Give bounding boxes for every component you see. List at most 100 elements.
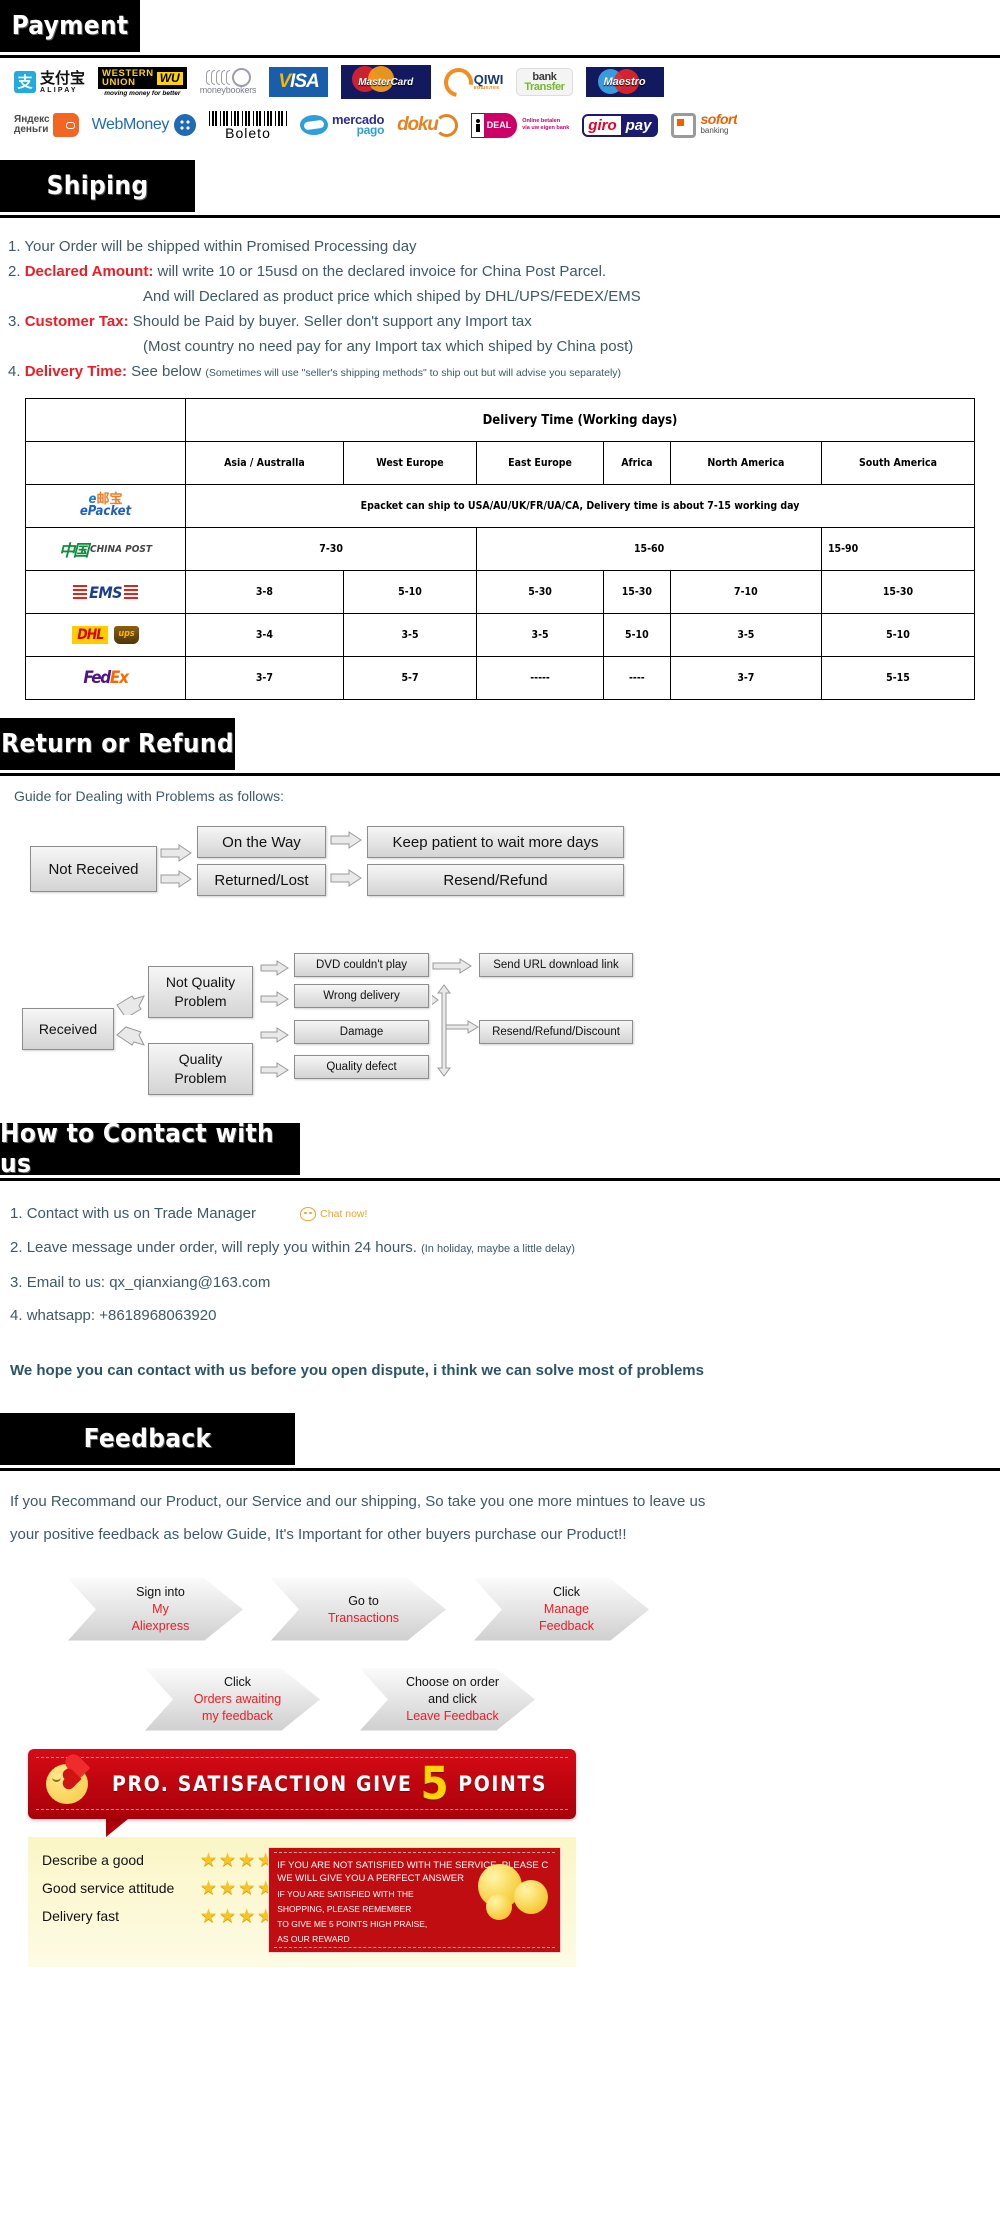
feedback-section-header: Feedback xyxy=(0,1412,1000,1471)
step-4-top: Click xyxy=(223,1675,252,1690)
feedback-step-5: Choose on order and click Leave Feedback xyxy=(360,1668,535,1731)
step-5-red1: Leave Feedback xyxy=(406,1709,499,1724)
maestro-icon: Maestro xyxy=(585,65,664,99)
return-section-header: Return or Refund xyxy=(0,718,1000,776)
china-post-sa: 15-90 xyxy=(820,527,976,571)
feedback-steps-row-1: Sign into My Aliexpress Go to Transactio… xyxy=(68,1578,990,1641)
rating-panel: Describe a good ★ ★ ★ ★ ★ Good service a… xyxy=(28,1836,576,1967)
table-header-row-1: Delivery Time (Working days) xyxy=(25,398,975,442)
shipping-item-1-text: Your Order will be shipped within Promis… xyxy=(24,238,417,255)
dhl-v5: 5-10 xyxy=(820,613,976,657)
note-line-6: AS OUR REWARD xyxy=(277,1933,350,1944)
smiley-faces-icon xyxy=(466,1863,558,1926)
fedex-v5: 5-15 xyxy=(820,656,976,700)
dhl-v3: 5-10 xyxy=(602,613,671,657)
fedex-v0: 3-7 xyxy=(185,656,344,700)
doku-icon: doku xyxy=(397,108,458,142)
carrier-epacket: e邮宝 ePacket xyxy=(25,484,186,528)
webmoney-label: WebMoney xyxy=(91,116,170,133)
alipay-en-label: ALIPAY xyxy=(40,86,78,94)
return-title-tab: Return or Refund xyxy=(0,718,235,770)
table-row: EMS 3-8 5-10 5-30 15-30 7-10 15-30 xyxy=(25,570,976,614)
table-row: e邮宝 ePacket Epacket can ship to USA/AU/U… xyxy=(25,484,975,528)
refund-guide-text: Guide for Dealing with Problems as follo… xyxy=(14,788,285,804)
contact-title: How to Contact with us xyxy=(0,1119,274,1179)
shipping-section-header: Shiping xyxy=(0,160,1000,218)
qiwi-icon: QIWI кошелек xyxy=(443,65,504,99)
carrier-fedex: FedEx xyxy=(25,656,186,700)
ems-v3: 15-30 xyxy=(602,570,671,614)
star-icon: ★ xyxy=(219,1905,237,1927)
ems-v2: 5-30 xyxy=(476,570,604,614)
mastercard-label: MasterCard xyxy=(358,76,414,88)
flow-arrow-icon xyxy=(330,869,362,887)
bank-transfer-icon: bank Transfer xyxy=(516,65,573,99)
chick-heart-icon xyxy=(44,1756,96,1810)
step-3-red1: Manage xyxy=(543,1602,590,1617)
flow-arrow-icon xyxy=(260,1062,289,1078)
feedback-step-2: Go to Transactions xyxy=(271,1578,446,1641)
maestro-label: Maestro xyxy=(603,76,646,88)
contact-item-3-num: 3. xyxy=(10,1273,23,1291)
banner-tail-icon xyxy=(106,1818,128,1837)
ems-v5: 15-30 xyxy=(820,570,976,614)
feedback-title-tab: Feedback xyxy=(0,1412,295,1465)
feedback-steps-row-2: Click Orders awaiting my feedback Choose… xyxy=(145,1668,990,1731)
step-2-top: Go to xyxy=(348,1593,379,1608)
ems-v0: 3-8 xyxy=(185,570,344,614)
delivery-table-title: Delivery Time (Working days) xyxy=(185,398,975,442)
ems-v1: 5-10 xyxy=(342,570,478,614)
banner-number: 5 xyxy=(420,1756,451,1810)
qiwi-label: QIWI xyxy=(473,71,504,87)
wu-line2: UNION xyxy=(102,77,136,88)
carrier-ems: EMS xyxy=(25,570,186,614)
step-2-red1: Transactions xyxy=(327,1610,400,1625)
region-header-4: North America xyxy=(669,441,822,485)
sofort-line1: sofort xyxy=(700,111,738,127)
shipping-item-2-num: 2. xyxy=(8,263,21,280)
rating-row: Good service attitude ★ ★ ★ ★ ★ xyxy=(42,1879,293,1898)
payment-logo-row-2: Яндекс деньги WebMoney Boleto mercado pa… xyxy=(14,107,986,143)
shipping-item-3-text: Should be Paid by buyer. Seller don't su… xyxy=(132,313,532,330)
feedback-intro-line-2: your positive feedback as below Guide, I… xyxy=(10,1525,627,1543)
contact-item-1-num: 1. xyxy=(10,1205,23,1222)
table-row: FedEx 3-7 5-7 ----- ---- 3-7 5-15 xyxy=(25,656,976,700)
star-icon: ★ xyxy=(238,1877,256,1899)
star-icon: ★ xyxy=(200,1849,218,1871)
region-header-2: East Europe xyxy=(476,441,604,485)
banner-text-1: PRO. SATISFACTION GIVE xyxy=(112,1771,413,1796)
western-union-icon: WESTERN UNION WU moving money for better xyxy=(98,65,187,99)
webmoney-icon: WebMoney xyxy=(91,108,197,142)
giropay-line1: giro xyxy=(584,115,621,135)
star-icon: ★ xyxy=(238,1849,256,1871)
rating-row: Delivery fast ★ ★ ★ ★ ★ xyxy=(42,1907,293,1926)
flow-node-returned-lost: Returned/Lost xyxy=(197,864,326,896)
mastercard-icon: MasterCard xyxy=(340,65,431,99)
flow-arrow-icon xyxy=(260,1027,289,1043)
flow-arrow-icon xyxy=(160,844,192,862)
contact-section-header: How to Contact with us xyxy=(0,1119,1000,1181)
star-icon: ★ xyxy=(238,1905,256,1927)
flow-node-resend-refund: Resend/Refund xyxy=(367,864,624,896)
step-4-red2: my feedback xyxy=(202,1709,273,1724)
ems-label: EMS xyxy=(89,582,122,602)
dhl-v0: 3-4 xyxy=(185,613,344,657)
contact-item-4-num: 4. xyxy=(10,1306,23,1324)
ems-v4: 7-10 xyxy=(669,570,822,614)
chat-now-button[interactable]: Chat now! xyxy=(300,1198,367,1231)
shipping-item-3-cont: (Most country no need pay for any Import… xyxy=(143,338,634,355)
fedex-v1: 5-7 xyxy=(342,656,478,700)
flow-node-received: Received xyxy=(22,1008,114,1050)
contact-item-3: 3. Email to us: qx_qianxiang@163.com xyxy=(10,1266,992,1299)
flow-node-wrong-delivery: Wrong delivery xyxy=(294,984,429,1008)
flow-qp-line1: Quality xyxy=(178,1051,223,1067)
dhl-v4: 3-5 xyxy=(669,613,822,657)
fedex-v3: ---- xyxy=(602,656,671,700)
payment-logos: 支 支付宝 ALIPAY WESTERN UNION WU moving mon… xyxy=(0,58,1000,160)
shipping-title-tab: Shiping xyxy=(0,160,195,212)
feedback-content: If you Recommand our Product, our Servic… xyxy=(0,1471,1000,1967)
shipping-item-1-num: 1. xyxy=(8,238,21,255)
boleto-label: Boleto xyxy=(225,124,271,141)
flow-node-dvd: DVD couldn't play xyxy=(294,953,429,977)
shipping-item-3-num: 3. xyxy=(8,313,21,330)
